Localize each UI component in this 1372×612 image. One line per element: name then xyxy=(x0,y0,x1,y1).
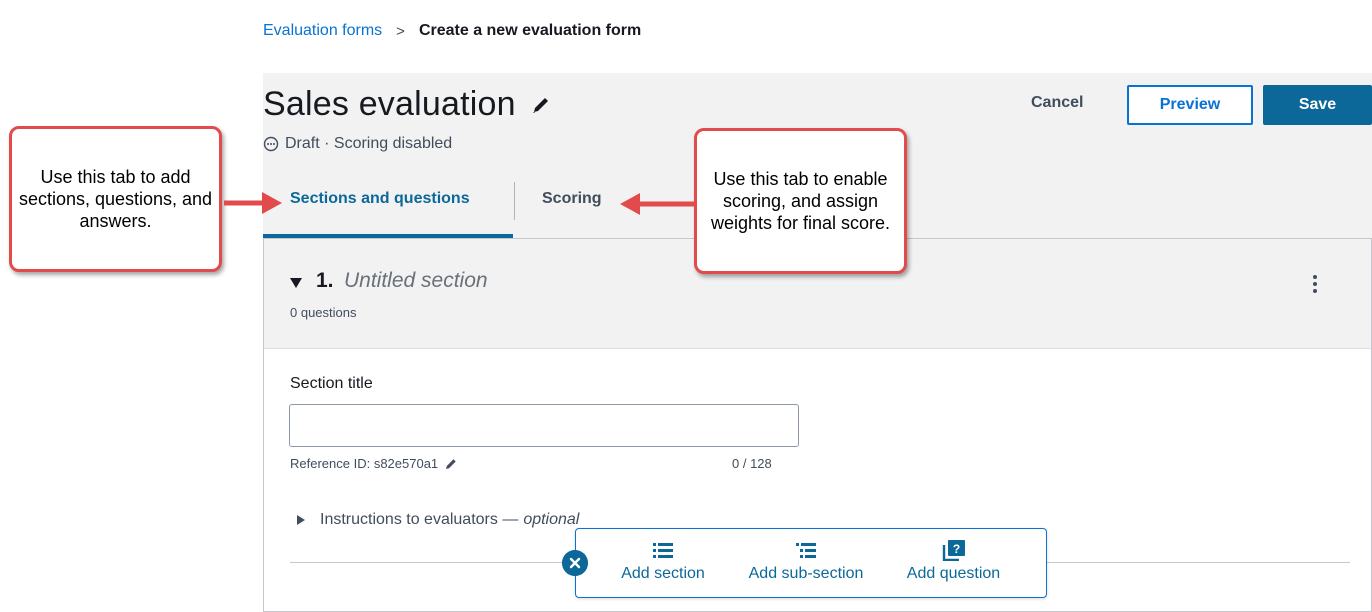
svg-text:?: ? xyxy=(952,542,959,556)
callout-right-text: Use this tab to enable scoring, and assi… xyxy=(710,169,891,233)
caret-right-icon xyxy=(297,515,305,525)
instructions-label: Instructions to evaluators — xyxy=(320,511,519,528)
cancel-button[interactable]: Cancel xyxy=(1031,94,1083,112)
add-content-toolbar: Add section Add sub-section ? Add questi… xyxy=(575,528,1047,598)
add-question-label: Add question xyxy=(906,565,1001,582)
caret-down-icon[interactable] xyxy=(289,277,303,289)
tab-sections-and-questions[interactable]: Sections and questions xyxy=(290,190,470,208)
reference-id-row: Reference ID: s82e570a1 xyxy=(290,456,458,471)
close-icon[interactable] xyxy=(562,550,588,576)
add-question-button[interactable]: ? Add question xyxy=(896,539,1011,583)
callout-left-arrow-icon xyxy=(224,192,282,214)
list-icon xyxy=(653,543,673,558)
instructions-optional-tag: optional xyxy=(523,511,580,528)
callout-right-arrow-icon xyxy=(620,193,694,215)
breadcrumb-current: Create a new evaluation form xyxy=(418,22,642,39)
section-title-label: Section title xyxy=(290,375,373,392)
section-name: Untitled section xyxy=(344,269,488,292)
callout-left-text: Use this tab to add sections, questions,… xyxy=(18,167,213,231)
breadcrumb-evaluation-forms-link[interactable]: Evaluation forms xyxy=(263,22,382,40)
add-section-label: Add section xyxy=(621,565,705,582)
tab-divider xyxy=(514,182,515,220)
page-title: Sales evaluation xyxy=(263,85,516,123)
callout-sections-tab: Use this tab to add sections, questions,… xyxy=(9,126,222,272)
breadcrumb: Evaluation forms > Create a new evaluati… xyxy=(263,22,641,40)
question-count: 0 questions xyxy=(290,305,357,320)
kebab-menu-icon[interactable] xyxy=(1312,273,1318,295)
title-row: Sales evaluation xyxy=(263,85,552,124)
section-title-input[interactable] xyxy=(289,404,799,447)
tab-scoring[interactable]: Scoring xyxy=(542,190,602,208)
question-stack-icon: ? xyxy=(942,540,965,561)
section-number: 1. xyxy=(316,269,334,292)
status-row: Draft · Scoring disabled xyxy=(263,135,452,153)
character-count: 0 / 128 xyxy=(732,456,772,471)
instructions-expander[interactable]: Instructions to evaluators — optional xyxy=(296,511,579,529)
status-text: Draft · Scoring disabled xyxy=(285,135,453,152)
reference-id: Reference ID: s82e570a1 xyxy=(290,456,439,471)
preview-button[interactable]: Preview xyxy=(1127,85,1253,125)
breadcrumb-separator-icon: > xyxy=(396,22,405,40)
add-section-button[interactable]: Add section xyxy=(613,539,713,583)
evaluation-form-page: Evaluation forms > Create a new evaluati… xyxy=(240,0,1372,612)
draft-status-icon xyxy=(263,136,279,152)
callout-scoring-tab: Use this tab to enable scoring, and assi… xyxy=(694,128,907,274)
pencil-icon[interactable] xyxy=(530,94,552,116)
add-sub-section-label: Add sub-section xyxy=(748,565,864,582)
save-button[interactable]: Save xyxy=(1263,85,1372,125)
add-sub-section-button[interactable]: Add sub-section xyxy=(736,539,876,583)
pencil-icon[interactable] xyxy=(444,457,458,471)
indented-list-icon xyxy=(796,543,816,558)
